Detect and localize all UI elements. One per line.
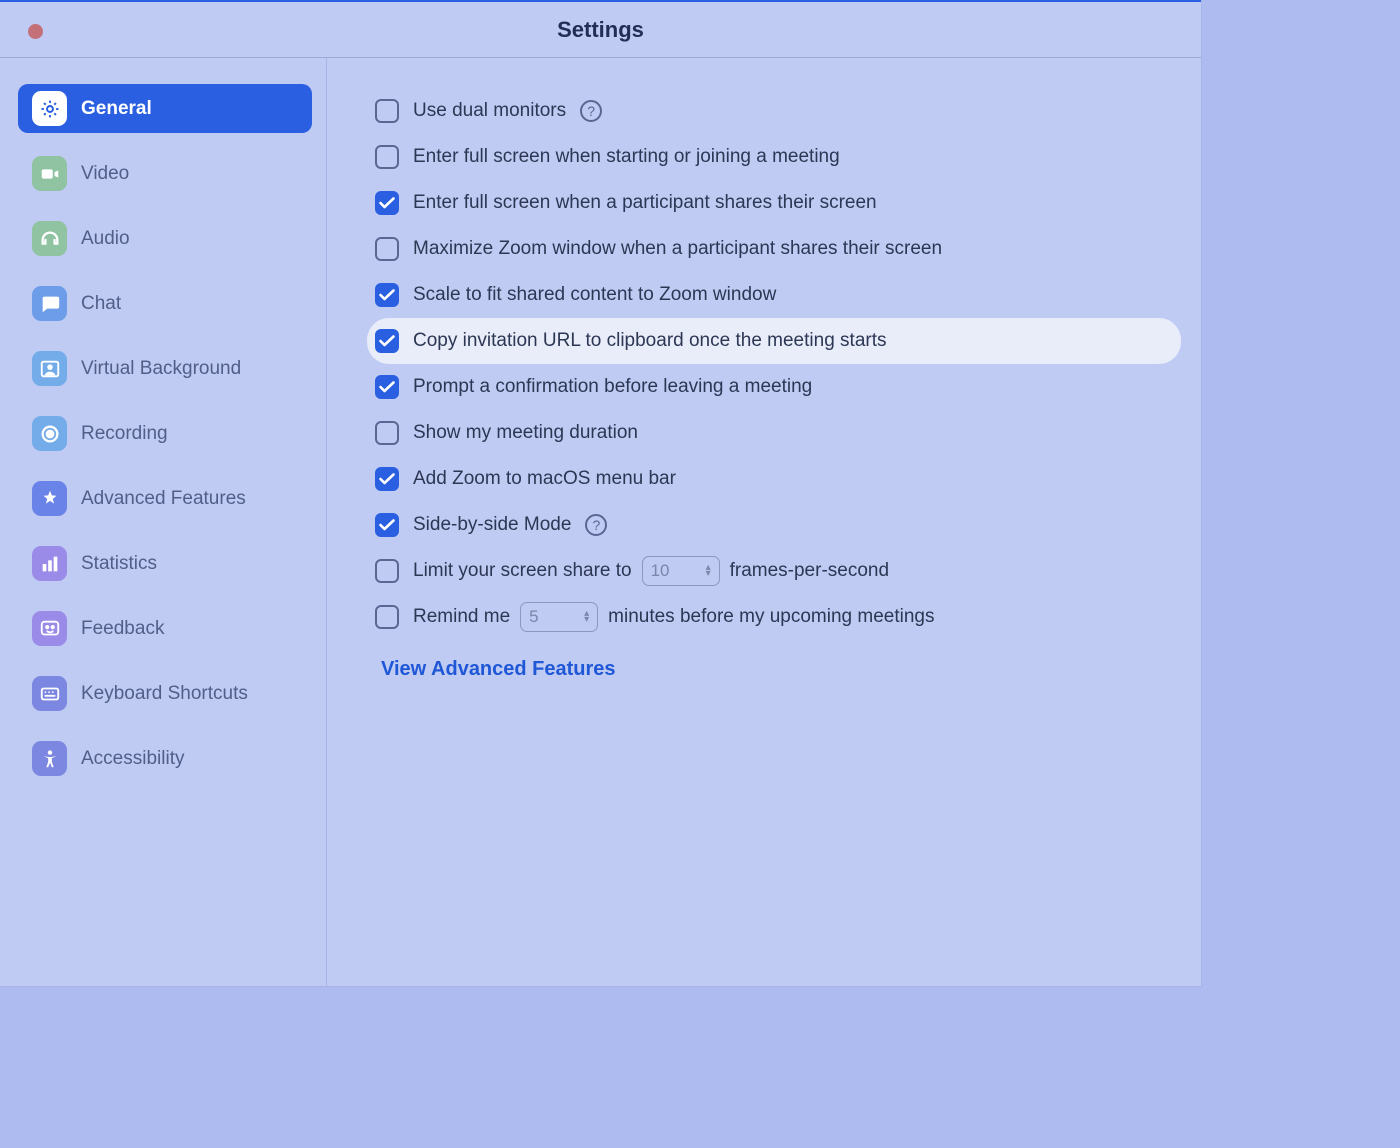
statistics-icon (32, 546, 67, 581)
sidebar-item-virtual-background[interactable]: Virtual Background (18, 344, 312, 393)
limit-stepper[interactable]: 10 ▴▾ (642, 556, 720, 586)
sidebar-item-label: Advanced Features (81, 488, 246, 510)
option-limit: Limit your screen share to 10 ▴▾ frames-per… (375, 548, 1181, 594)
checkbox-full-screen-join[interactable] (375, 145, 399, 169)
sidebar-item-label: Accessibility (81, 748, 184, 770)
general-icon (32, 91, 67, 126)
option-full-screen-join: Enter full screen when starting or joini… (375, 134, 1181, 180)
sidebar-item-chat[interactable]: Chat (18, 279, 312, 328)
window-close-dot[interactable] (28, 24, 43, 39)
chevron-updown-icon: ▴▾ (706, 565, 711, 577)
option-label: Use dual monitors (413, 100, 566, 122)
sidebar-item-label: Statistics (81, 553, 157, 575)
sidebar-item-feedback[interactable]: Feedback (18, 604, 312, 653)
sidebar-item-label: Video (81, 163, 129, 185)
checkbox-confirm-leave[interactable] (375, 375, 399, 399)
chevron-updown-icon: ▴▾ (584, 611, 589, 623)
window-title: Settings (557, 17, 644, 43)
checkbox-scale-fit[interactable] (375, 283, 399, 307)
sidebar-item-keyboard-shortcuts[interactable]: Keyboard Shortcuts (18, 669, 312, 718)
option-label: Show my meeting duration (413, 422, 638, 444)
sidebar-item-general[interactable]: General (18, 84, 312, 133)
checkbox-menu-bar[interactable] (375, 467, 399, 491)
option-label: Maximize Zoom window when a participant … (413, 238, 942, 260)
option-label: Add Zoom to macOS menu bar (413, 468, 676, 490)
sidebar-item-label: Recording (81, 423, 168, 445)
sidebar-item-accessibility[interactable]: Accessibility (18, 734, 312, 783)
option-show-duration: Show my meeting duration (375, 410, 1181, 456)
option-scale-fit: Scale to fit shared content to Zoom wind… (375, 272, 1181, 318)
option-post: frames-per-second (730, 560, 889, 582)
keyboard-shortcuts-icon (32, 676, 67, 711)
sidebar-item-label: Virtual Background (81, 358, 241, 380)
sidebar-item-audio[interactable]: Audio (18, 214, 312, 263)
virtual-background-icon (32, 351, 67, 386)
option-dual-monitors: Use dual monitors? (375, 88, 1181, 134)
option-menu-bar: Add Zoom to macOS menu bar (375, 456, 1181, 502)
sidebar-item-video[interactable]: Video (18, 149, 312, 198)
sidebar-item-label: Feedback (81, 618, 164, 640)
remind-stepper[interactable]: 5 ▴▾ (520, 602, 598, 632)
option-pre: Limit your screen share to (413, 560, 632, 582)
checkbox-remind[interactable] (375, 605, 399, 629)
option-remind: Remind me 5 ▴▾ minutes before my upcoming m… (375, 594, 1181, 640)
checkbox-dual-monitors[interactable] (375, 99, 399, 123)
option-label: Scale to fit shared content to Zoom wind… (413, 284, 776, 306)
checkbox-side-by-side[interactable] (375, 513, 399, 537)
help-icon[interactable]: ? (585, 514, 607, 536)
option-label: Enter full screen when a participant sha… (413, 192, 877, 214)
advanced-features-icon (32, 481, 67, 516)
checkbox-copy-invite[interactable] (375, 329, 399, 353)
option-maximize-on-share: Maximize Zoom window when a participant … (375, 226, 1181, 272)
video-icon (32, 156, 67, 191)
checkbox-limit[interactable] (375, 559, 399, 583)
accessibility-icon (32, 741, 67, 776)
stepper-value: 10 (651, 561, 670, 581)
option-label: Side-by-side Mode (413, 514, 571, 536)
option-post: minutes before my upcoming meetings (608, 606, 934, 628)
sidebar: General Video Audio Chat Virtual Background R… (0, 58, 327, 986)
checkbox-maximize-on-share[interactable] (375, 237, 399, 261)
sidebar-item-recording[interactable]: Recording (18, 409, 312, 458)
sidebar-item-label: General (81, 98, 152, 120)
option-pre: Remind me (413, 606, 510, 628)
view-advanced-link[interactable]: View Advanced Features (375, 658, 1181, 681)
audio-icon (32, 221, 67, 256)
option-label: Enter full screen when starting or joini… (413, 146, 840, 168)
stepper-value: 5 (529, 607, 538, 627)
sidebar-item-advanced-features[interactable]: Advanced Features (18, 474, 312, 523)
option-label: Copy invitation URL to clipboard once th… (413, 330, 887, 352)
titlebar: Settings (0, 0, 1201, 58)
chat-icon (32, 286, 67, 321)
sidebar-item-label: Chat (81, 293, 121, 315)
option-label: Prompt a confirmation before leaving a m… (413, 376, 812, 398)
settings-content: Use dual monitors? Enter full screen when… (327, 58, 1201, 986)
sidebar-item-label: Keyboard Shortcuts (81, 683, 248, 705)
settings-window: Settings General Video Audio Chat Virtual Ba… (0, 0, 1202, 987)
option-confirm-leave: Prompt a confirmation before leaving a m… (375, 364, 1181, 410)
recording-icon (32, 416, 67, 451)
checkbox-show-duration[interactable] (375, 421, 399, 445)
feedback-icon (32, 611, 67, 646)
sidebar-item-label: Audio (81, 228, 130, 250)
help-icon[interactable]: ? (580, 100, 602, 122)
option-side-by-side: Side-by-side Mode? (375, 502, 1181, 548)
option-copy-invite: Copy invitation URL to clipboard once th… (367, 318, 1181, 364)
sidebar-item-statistics[interactable]: Statistics (18, 539, 312, 588)
checkbox-full-screen-share[interactable] (375, 191, 399, 215)
option-full-screen-share: Enter full screen when a participant sha… (375, 180, 1181, 226)
